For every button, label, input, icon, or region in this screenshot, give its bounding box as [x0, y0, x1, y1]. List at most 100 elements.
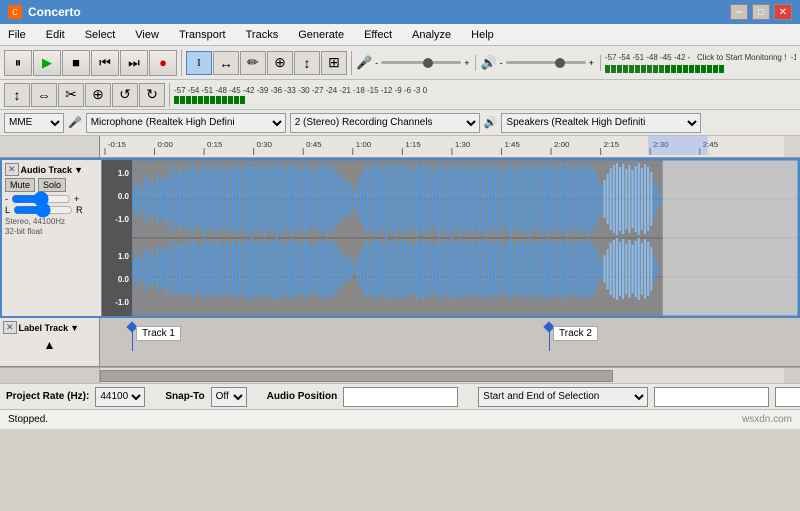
mute-button[interactable]: Mute [5, 178, 35, 192]
skip-start-button[interactable]: ⏮ [91, 50, 119, 76]
channels-select[interactable]: 2 (Stereo) Recording Channels [290, 113, 480, 133]
hscroll-thumb[interactable] [100, 370, 613, 382]
audio-position-input[interactable]: 00 h 02 m 23.653 s [343, 387, 458, 407]
tracks-area: ✕ Audio Track ▼ Mute Solo - + L R Stereo… [0, 158, 800, 367]
title-bar-left: C Concerto [8, 5, 81, 19]
selection-tool[interactable]: I [186, 51, 212, 75]
hscroll-container [0, 367, 800, 383]
speaker-device-icon: 🔊 [484, 116, 498, 129]
menu-edit[interactable]: Edit [42, 27, 69, 43]
label-2-text[interactable]: Track 2 [553, 326, 598, 341]
pan-slider[interactable] [13, 206, 73, 214]
menu-bar: File Edit Select View Transport Tracks G… [0, 24, 800, 46]
redo-tool[interactable]: ↻ [139, 83, 165, 107]
label-1-line [132, 331, 133, 351]
label-track-menu[interactable]: ▼ [70, 323, 79, 333]
envelope-tool[interactable]: ↔ [213, 51, 239, 75]
label-track-header: ✕ Label Track ▼ ▲ [0, 318, 100, 366]
svg-text:0:30: 0:30 [257, 141, 272, 149]
pan-r-label: R [76, 205, 83, 215]
menu-generate[interactable]: Generate [294, 27, 348, 43]
svg-text:0:15: 0:15 [207, 141, 222, 149]
track-info: Stereo, 44100Hz32-bit float [5, 217, 98, 238]
svg-text:1:30: 1:30 [455, 141, 470, 149]
audio-track-name-label: Audio Track [21, 165, 73, 175]
mic-device-icon: 🎤 [68, 116, 82, 129]
minimize-button[interactable]: ─ [730, 4, 748, 20]
device-row: MME 🎤 Microphone (Realtek High Defini 2 … [0, 110, 800, 136]
gain-plus-label: + [74, 194, 79, 204]
trim-tool[interactable]: ✂ [58, 83, 84, 107]
undo-tool[interactable]: ↺ [112, 83, 138, 107]
pause-button[interactable]: ⏸ [4, 50, 32, 76]
play-button[interactable]: ▶ [33, 50, 61, 76]
label-2-pin [545, 323, 553, 351]
snap-to-label: Snap-To [165, 391, 204, 402]
audio-track-menu[interactable]: ▼ [74, 165, 83, 175]
svg-text:1:00: 1:00 [356, 141, 371, 149]
stop-button[interactable]: ■ [62, 50, 90, 76]
time-ruler: -0:15 0:00 0:15 0:30 0:45 1:00 1:15 1:30… [0, 136, 800, 158]
output-level-slider[interactable] [506, 61, 586, 64]
label-1-text[interactable]: Track 1 [136, 326, 181, 341]
svg-text:0:00: 0:00 [157, 141, 172, 149]
audio-track-content[interactable]: 1.0 0.0 -1.0 1.0 0.0 -1.0 [102, 160, 798, 316]
close-button[interactable]: ✕ [774, 4, 792, 20]
skip-end-button[interactable]: ⏭ [120, 50, 148, 76]
speaker-level-min: - [500, 58, 503, 68]
svg-text:2:15: 2:15 [604, 141, 619, 149]
svg-text:1:45: 1:45 [504, 141, 519, 149]
mic-icon: 🎤 [356, 55, 372, 71]
level-max-label: + [464, 58, 469, 68]
maximize-button[interactable]: □ [752, 4, 770, 20]
zoom-out-tool[interactable]: ⇔ [31, 83, 57, 107]
status-text: Stopped. [8, 414, 48, 425]
playback-select[interactable]: Speakers (Realtek High Definiti [501, 113, 701, 133]
status-bar: Stopped. wsxdn.com [0, 409, 800, 429]
label-track-close[interactable]: ✕ [3, 321, 17, 334]
silence-tool[interactable]: ⊕ [85, 83, 111, 107]
menu-help[interactable]: Help [467, 27, 498, 43]
audio-track: ✕ Audio Track ▼ Mute Solo - + L R Stereo… [0, 158, 800, 318]
svg-text:-0:15: -0:15 [108, 141, 126, 149]
audio-host-select[interactable]: MME [4, 113, 64, 133]
solo-button[interactable]: Solo [38, 178, 66, 192]
multi-tool[interactable]: ⊞ [321, 51, 347, 75]
menu-tracks[interactable]: Tracks [242, 27, 283, 43]
menu-view[interactable]: View [131, 27, 163, 43]
audio-track-header: ✕ Audio Track ▼ Mute Solo - + L R Stereo… [2, 160, 102, 316]
input-level-slider[interactable] [381, 61, 461, 64]
menu-effect[interactable]: Effect [360, 27, 396, 43]
audio-track-close[interactable]: ✕ [5, 163, 19, 176]
svg-text:0:45: 0:45 [306, 141, 321, 149]
selection-end-input[interactable]: 00 h 02 m 36.776 s [775, 387, 800, 407]
app-icon: C [8, 5, 22, 19]
credit-text: wsxdn.com [742, 414, 792, 425]
title-bar: C Concerto ─ □ ✕ [0, 0, 800, 24]
window-controls: ─ □ ✕ [730, 4, 792, 20]
selection-start-input[interactable]: 00 h 02 m 23.653 s [654, 387, 769, 407]
snap-to-select[interactable]: Off [211, 387, 247, 407]
hscroll-bar[interactable] [100, 368, 784, 383]
menu-transport[interactable]: Transport [175, 27, 230, 43]
zoom-tool[interactable]: ⊕ [267, 51, 293, 75]
draw-tool[interactable]: ✏ [240, 51, 266, 75]
label-1-pin [128, 323, 136, 351]
project-rate-select[interactable]: 44100 [95, 387, 145, 407]
menu-file[interactable]: File [4, 27, 30, 43]
timeshift-tool[interactable]: ↕ [294, 51, 320, 75]
app-title: Concerto [28, 5, 81, 19]
menu-select[interactable]: Select [81, 27, 120, 43]
zoom-in-tool[interactable]: ↕ [4, 83, 30, 107]
svg-text:2:00: 2:00 [554, 141, 569, 149]
label-track-name-label: Label Track [19, 323, 69, 333]
speaker-level-max: + [589, 58, 594, 68]
selection-type-select[interactable]: Start and End of Selection [478, 387, 648, 407]
label-track-content[interactable]: Track 1 Track 2 [100, 318, 800, 366]
label-track-up-arrow[interactable]: ▲ [44, 338, 56, 352]
menu-analyze[interactable]: Analyze [408, 27, 455, 43]
microphone-select[interactable]: Microphone (Realtek High Defini [86, 113, 286, 133]
gain-minus-label: - [5, 194, 8, 204]
svg-text:1:15: 1:15 [405, 141, 420, 149]
record-button[interactable]: ● [149, 50, 177, 76]
